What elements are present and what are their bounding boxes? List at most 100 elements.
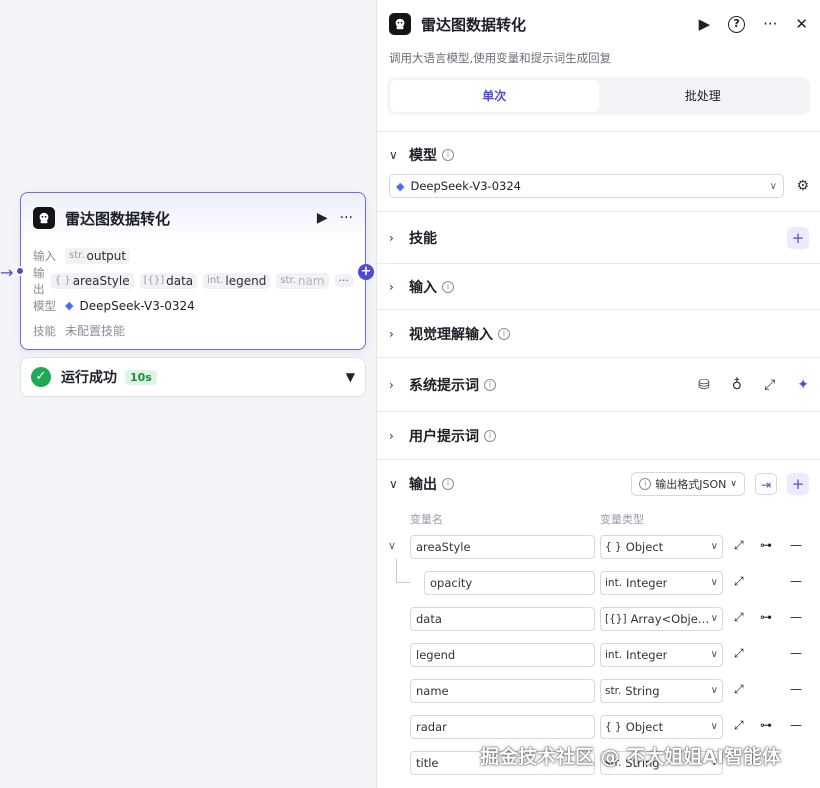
model-select[interactable]: ◆ DeepSeek-V3-0324 ∨ [389, 174, 784, 198]
output-variable-row: ∨ areaStyle { } Object ∨ ⤢ ⊶ — [376, 535, 820, 561]
variable-type-select[interactable]: [{}] Array<Object> ∨ [600, 607, 723, 631]
variable-name-input[interactable]: legend [410, 643, 595, 667]
info-icon[interactable]: i [498, 328, 510, 340]
info-icon[interactable]: i [442, 478, 454, 490]
close-icon[interactable]: ✕ [795, 15, 808, 33]
remove-icon[interactable]: — [790, 538, 802, 552]
variable-type-select[interactable]: int. Integer ∨ [600, 643, 723, 667]
run-status: 运行成功 [61, 370, 117, 386]
gear-icon[interactable]: ⚙ [796, 178, 809, 194]
add-output-button[interactable]: + [787, 473, 809, 495]
node-more-icon[interactable]: ··· [340, 210, 353, 226]
remove-icon[interactable]: — [790, 718, 802, 732]
remove-icon[interactable]: — [790, 646, 802, 660]
skill-label: 技能 [33, 323, 56, 338]
info-icon[interactable]: i [442, 149, 454, 161]
run-play-icon[interactable]: ▶ [699, 15, 711, 33]
expand-icon[interactable]: ⤢ [734, 610, 744, 625]
section-title: 模型 [409, 148, 437, 164]
run-node-icon[interactable]: ▶ [317, 210, 328, 226]
expand-caret-icon[interactable]: › [389, 280, 409, 294]
output-variable-row: legend int. Integer ∨ ⤢ — [376, 643, 820, 669]
node-output-row: 输出 { } areaStyle [{}] data int. legend str.… [21, 266, 365, 296]
info-icon[interactable]: i [484, 379, 496, 391]
help-icon[interactable]: ? [728, 15, 746, 33]
tab-single[interactable]: 单次 [390, 80, 599, 112]
remove-icon[interactable]: — [790, 574, 802, 588]
expand-icon[interactable]: ⤢ [734, 646, 744, 661]
expand-caret-icon[interactable]: › [389, 429, 409, 443]
node-skill-value: 未配置技能 [65, 324, 126, 338]
collapse-caret-icon[interactable]: ∨ [389, 148, 409, 162]
variable-name-input[interactable]: name [410, 679, 595, 703]
output-chip: [{}] data [139, 272, 198, 289]
ai-sparkle-icon[interactable]: ✦ [797, 377, 809, 393]
section-title: 视觉理解输入 [409, 327, 493, 343]
node-skill-row: 技能 未配置技能 [21, 318, 365, 343]
incoming-edge-arrow-icon: → [0, 263, 14, 282]
variable-name-input[interactable]: opacity [424, 571, 595, 595]
output-format-select[interactable]: i 输出格式JSON ∨ [631, 472, 745, 496]
variable-name-input[interactable]: radar [410, 715, 595, 739]
input-section: › 输入 i [377, 263, 820, 309]
output-label: 输出 [33, 265, 45, 296]
user-prompt-section: › 用户提示词 i [377, 411, 820, 459]
deepseek-whale-icon: ◆ [396, 179, 405, 193]
variable-type-select[interactable]: str. String ∨ [600, 679, 723, 703]
model-label: 模型 [33, 298, 56, 313]
input-label: 输入 [33, 248, 56, 263]
info-icon[interactable]: i [484, 430, 496, 442]
collapse-caret-icon[interactable]: ∨ [389, 477, 409, 491]
node-header: 雷达图数据转化 ▶ ··· [21, 193, 365, 243]
remove-icon[interactable]: — [790, 610, 802, 624]
import-icon[interactable]: ⇥ [755, 473, 777, 495]
expand-caret-icon[interactable]: › [389, 231, 409, 245]
add-child-icon[interactable]: ⊶ [760, 610, 772, 624]
variable-type-select[interactable]: int. Integer ∨ [600, 571, 723, 595]
add-next-node-button[interactable]: + [358, 264, 374, 280]
col-type-header: 变量类型 [600, 513, 644, 526]
panel-title: 雷达图数据转化 [421, 15, 527, 34]
collapse-caret-icon[interactable]: ∨ [388, 539, 396, 552]
section-title: 输出 [409, 477, 437, 493]
variable-name-input[interactable]: areaStyle [410, 535, 595, 559]
col-name-header: 变量名 [410, 513, 443, 526]
remove-icon[interactable]: — [790, 682, 802, 696]
add-skill-button[interactable]: + [787, 227, 809, 249]
input-chip: str. output [65, 247, 131, 264]
expand-icon[interactable]: ⤢ [734, 574, 744, 589]
prompt-library-icon[interactable]: ⛁ [698, 377, 710, 393]
expand-icon[interactable]: ⤢ [734, 682, 744, 697]
tab-batch[interactable]: 批处理 [599, 80, 808, 112]
variable-type-select[interactable]: { } Object ∨ [600, 535, 723, 559]
chevron-down-icon: ∨ [769, 180, 777, 192]
add-child-icon[interactable]: ⊶ [760, 718, 772, 732]
node-config-panel: 雷达图数据转化 ▶ ? ··· ✕ 调用大语言模型,使用变量和提示词生成回复 单… [376, 0, 820, 788]
panel-description: 调用大语言模型,使用变量和提示词生成回复 [389, 51, 612, 65]
add-child-icon[interactable]: ⊶ [760, 538, 772, 552]
run-result-bar[interactable]: ✓ 运行成功 10s ▼ [20, 357, 366, 397]
run-time-badge: 10s [125, 369, 157, 385]
more-outputs-button[interactable]: ··· [334, 274, 353, 287]
deepseek-whale-icon: ◆ [65, 299, 74, 312]
expand-icon[interactable]: ⤢ [764, 377, 775, 393]
variable-type-select[interactable]: { } Object ∨ [600, 715, 723, 739]
chevron-down-icon[interactable]: ▼ [346, 370, 355, 384]
more-icon[interactable]: ··· [763, 15, 777, 33]
panel-header: 雷达图数据转化 ▶ ? ··· ✕ [377, 0, 820, 48]
info-icon[interactable]: i [442, 281, 454, 293]
variable-name-input[interactable]: data [410, 607, 595, 631]
section-title: 用户提示词 [409, 429, 479, 445]
input-port[interactable] [15, 266, 25, 276]
section-title: 系统提示词 [409, 378, 479, 394]
node-model-value: DeepSeek-V3-0324 [79, 298, 195, 313]
expand-caret-icon[interactable]: › [389, 378, 409, 392]
expand-icon[interactable]: ⤢ [734, 718, 744, 733]
llm-node-card[interactable]: + 雷达图数据转化 ▶ ··· 输入 str. output 输出 { } area… [15, 192, 374, 350]
lightbulb-icon[interactable]: ♁ [732, 377, 742, 393]
node-model-row: 模型 ◆ DeepSeek-V3-0324 [21, 293, 365, 318]
llm-logo-icon [33, 207, 55, 229]
expand-icon[interactable]: ⤢ [734, 538, 744, 553]
output-chip: int. legend [203, 272, 271, 289]
expand-caret-icon[interactable]: › [389, 327, 409, 341]
